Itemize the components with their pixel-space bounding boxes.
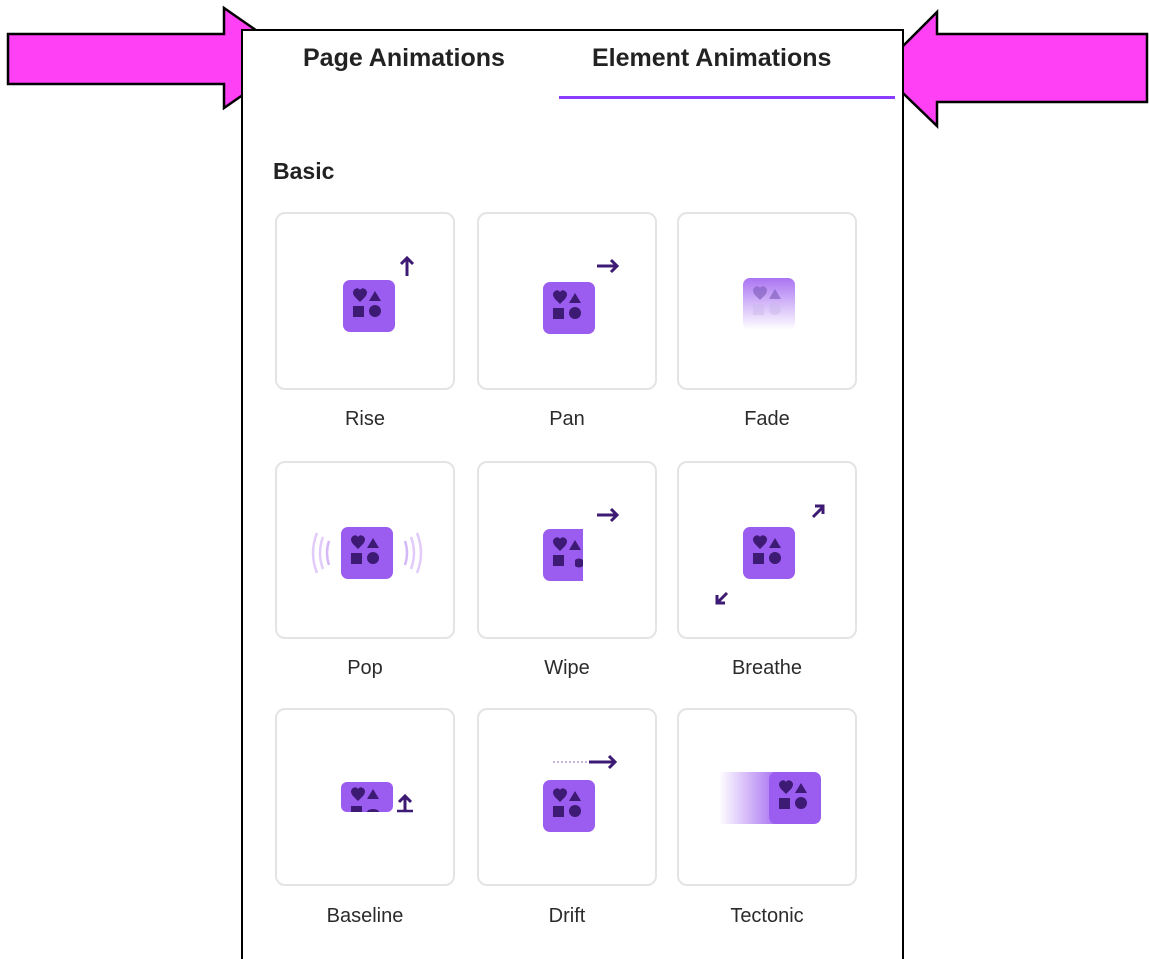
animation-label: Tectonic bbox=[730, 905, 804, 927]
rise-icon bbox=[277, 214, 457, 392]
animation-card-tectonic[interactable] bbox=[677, 708, 857, 886]
animation-label: Rise bbox=[344, 408, 385, 430]
animation-label: Pan bbox=[549, 408, 585, 430]
tab-element-animations[interactable]: Element Animations bbox=[592, 44, 831, 73]
animation-label: Drift bbox=[548, 905, 586, 927]
animation-card-wipe[interactable] bbox=[477, 461, 657, 639]
wipe-icon bbox=[479, 463, 659, 641]
right-callout-arrow-icon bbox=[877, 8, 1149, 129]
animation-card-pan[interactable] bbox=[477, 212, 657, 390]
breathe-icon bbox=[679, 463, 859, 641]
drift-icon bbox=[479, 710, 659, 888]
baseline-icon bbox=[277, 710, 457, 888]
tectonic-icon bbox=[679, 710, 859, 888]
fade-icon bbox=[679, 214, 859, 392]
animation-card-baseline[interactable] bbox=[275, 708, 455, 886]
animation-label: Wipe bbox=[544, 657, 590, 679]
pan-icon bbox=[479, 214, 659, 392]
section-title-basic: Basic bbox=[273, 158, 335, 184]
animation-card-rise[interactable] bbox=[275, 212, 455, 390]
animation-card-fade[interactable] bbox=[677, 212, 857, 390]
animation-card-pop[interactable] bbox=[275, 461, 455, 639]
animation-label: Fade bbox=[744, 408, 790, 430]
animation-label: Baseline bbox=[326, 905, 404, 927]
active-tab-indicator bbox=[559, 96, 895, 99]
tab-page-animations[interactable]: Page Animations bbox=[303, 44, 505, 73]
animation-card-breathe[interactable] bbox=[677, 461, 857, 639]
animation-label: Breathe bbox=[731, 657, 803, 679]
pop-icon bbox=[277, 463, 457, 641]
animation-card-drift[interactable] bbox=[477, 708, 657, 886]
animation-label: Pop bbox=[347, 657, 383, 679]
